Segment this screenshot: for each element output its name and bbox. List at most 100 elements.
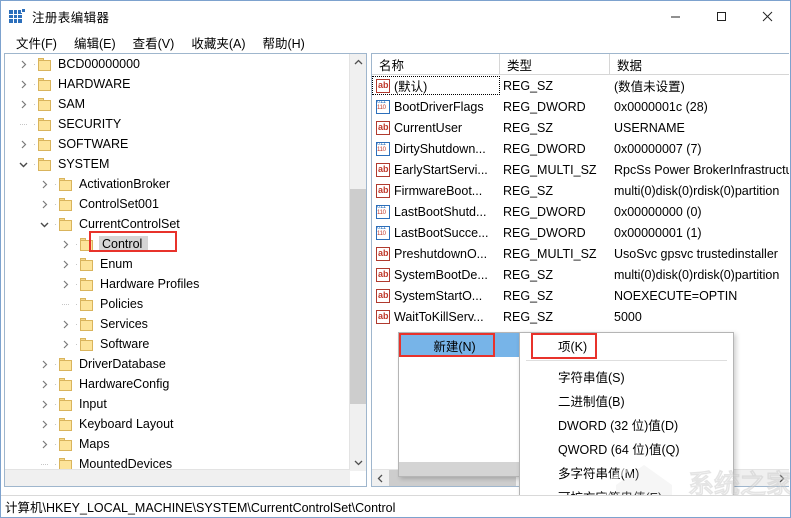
folder-icon (38, 97, 53, 111)
tree-guide-dot: · (33, 139, 36, 149)
chevron-right-icon[interactable] (36, 354, 52, 374)
column-header-2[interactable]: 数据 (610, 54, 789, 75)
chevron-right-icon[interactable] (15, 74, 31, 94)
chevron-right-icon[interactable] (57, 234, 73, 254)
table-row[interactable]: (默认) REG_SZ (数值未设置) (372, 75, 789, 96)
tree-node-maps[interactable]: · Maps (5, 434, 350, 454)
chevron-down-icon[interactable] (15, 154, 31, 174)
value-name-cell: LastBootShutd... (372, 204, 500, 219)
tree-node-label: SOFTWARE (58, 137, 129, 151)
tree-node-policies[interactable]: · Policies (5, 294, 350, 314)
maximize-button[interactable] (698, 1, 744, 31)
registry-tree[interactable]: · BCD00000000 · HARDWARE · SAM · SECURITY · SOFTW… (5, 54, 350, 471)
table-row[interactable]: LastBootShutd... REG_DWORD 0x00000000 (0) (372, 201, 789, 222)
value-data-cell: 0x00000001 (1) (614, 225, 702, 240)
chevron-right-icon[interactable] (36, 174, 52, 194)
tree-node-activationbroker[interactable]: · ActivationBroker (5, 174, 350, 194)
tree-node-system[interactable]: · SYSTEM (5, 154, 350, 174)
submenu-item-4[interactable]: QWORD (64 位)值(Q) (520, 436, 733, 460)
value-name-cell: SystemBootDe... (372, 267, 500, 282)
table-row[interactable]: SystemBootDe... REG_SZ multi(0)disk(0)rdis… (372, 264, 789, 285)
window-controls (652, 1, 790, 31)
chevron-right-icon[interactable] (57, 314, 73, 334)
column-header-1[interactable]: 类型 (500, 54, 610, 75)
chevron-right-icon[interactable] (57, 254, 73, 274)
chevron-right-icon[interactable] (36, 394, 52, 414)
tree-node-hardware[interactable]: · HARDWARE (5, 74, 350, 94)
submenu-item-0[interactable]: 项(K) (520, 333, 733, 357)
menu-view[interactable]: 查看(V) (125, 31, 184, 54)
scroll-right-icon[interactable] (773, 470, 789, 486)
registry-editor-icon (9, 8, 26, 24)
value-type-cell: REG_MULTI_SZ (503, 162, 597, 177)
submenu-item-3[interactable]: DWORD (32 位)值(D) (520, 412, 733, 436)
tree-node-sam[interactable]: · SAM (5, 94, 350, 114)
chevron-right-icon[interactable] (57, 274, 73, 294)
table-row[interactable]: LastBootSucce... REG_DWORD 0x00000001 (1) (372, 222, 789, 243)
scroll-down-icon[interactable] (350, 454, 366, 471)
tree-scrollbar-thumb[interactable] (350, 189, 366, 404)
tree-guide-dot: · (54, 219, 57, 229)
scroll-up-icon[interactable] (350, 54, 366, 71)
tree-node-hardwareconfig[interactable]: · HardwareConfig (5, 374, 350, 394)
chevron-down-icon[interactable] (36, 214, 52, 234)
table-row[interactable]: SystemStartO... REG_SZ NOEXECUTE=OPTIN (372, 285, 789, 306)
tree-node-services[interactable]: · Services (5, 314, 350, 334)
context-menu-item-new[interactable]: 新建(N) › (399, 333, 538, 357)
value-name-label: LastBootSucce... (394, 225, 489, 240)
chevron-right-icon[interactable] (36, 194, 52, 214)
tree-node-input[interactable]: · Input (5, 394, 350, 414)
chevron-right-icon[interactable] (36, 434, 52, 454)
folder-icon (38, 57, 53, 71)
folder-icon (80, 317, 95, 331)
submenu-item-2[interactable]: 二进制值(B) (520, 388, 733, 412)
menu-favorites[interactable]: 收藏夹(A) (183, 31, 254, 54)
tree-horizontal-scrollbar[interactable] (5, 469, 350, 486)
tree-node-enum[interactable]: · Enum (5, 254, 350, 274)
tree-node-control[interactable]: · Control (5, 234, 350, 254)
folder-icon (80, 277, 95, 291)
table-row[interactable]: CurrentUser REG_SZ USERNAME (372, 117, 789, 138)
new-submenu[interactable]: 项(K) 字符串值(S) 二进制值(B) DWORD (32 位)值(D) QWORD … (519, 332, 734, 508)
tree-node-driverdatabase[interactable]: · DriverDatabase (5, 354, 350, 374)
close-button[interactable] (744, 1, 790, 31)
table-row[interactable]: WaitToKillServ... REG_SZ 5000 (372, 306, 789, 327)
tree-guide-dot: · (33, 119, 36, 129)
string-value-icon (376, 246, 390, 261)
tree-node-security[interactable]: · SECURITY (5, 114, 350, 134)
tree-node-currentcontrolset[interactable]: · CurrentControlSet (5, 214, 350, 234)
context-menu[interactable]: 新建(N) › (398, 332, 539, 477)
chevron-right-icon[interactable] (15, 94, 31, 114)
tree-node-software[interactable]: · Software (5, 334, 350, 354)
tree-node-hardware-profiles[interactable]: · Hardware Profiles (5, 274, 350, 294)
tree-node-label: SYSTEM (58, 157, 110, 171)
menu-edit[interactable]: 编辑(E) (66, 31, 125, 54)
chevron-right-icon[interactable] (36, 374, 52, 394)
tree-node-software[interactable]: · SOFTWARE (5, 134, 350, 154)
tree-vertical-scrollbar[interactable] (349, 54, 366, 471)
value-type-cell: REG_MULTI_SZ (503, 246, 597, 261)
scroll-left-icon[interactable] (372, 470, 389, 486)
table-row[interactable]: BootDriverFlags REG_DWORD 0x0000001c (28) (372, 96, 789, 117)
table-row[interactable]: PreshutdownO... REG_MULTI_SZ UsoSvc gpsvc … (372, 243, 789, 264)
menu-file[interactable]: 文件(F) (8, 31, 66, 54)
folder-icon (80, 237, 95, 251)
chevron-right-icon[interactable] (15, 134, 31, 154)
chevron-right-icon[interactable] (15, 54, 31, 74)
tree-node-bcd00000000[interactable]: · BCD00000000 (5, 54, 350, 74)
tree-guide-dot: · (75, 339, 78, 349)
table-row[interactable]: EarlyStartServi... REG_MULTI_SZ RpcSs Powe… (372, 159, 789, 180)
tree-guide-dot: · (75, 319, 78, 329)
table-row[interactable]: DirtyShutdown... REG_DWORD 0x00000007 (7) (372, 138, 789, 159)
tree-node-controlset001[interactable]: · ControlSet001 (5, 194, 350, 214)
submenu-item-5[interactable]: 多字符串值(M) (520, 460, 733, 484)
tree-node-label: Services (100, 317, 148, 331)
submenu-item-1[interactable]: 字符串值(S) (520, 364, 733, 388)
tree-node-keyboard-layout[interactable]: · Keyboard Layout (5, 414, 350, 434)
menu-help[interactable]: 帮助(H) (254, 31, 313, 54)
minimize-button[interactable] (652, 1, 698, 31)
chevron-right-icon[interactable] (57, 334, 73, 354)
chevron-right-icon[interactable] (36, 414, 52, 434)
column-header-0[interactable]: 名称 (372, 54, 500, 75)
table-row[interactable]: FirmwareBoot... REG_SZ multi(0)disk(0)rdis… (372, 180, 789, 201)
